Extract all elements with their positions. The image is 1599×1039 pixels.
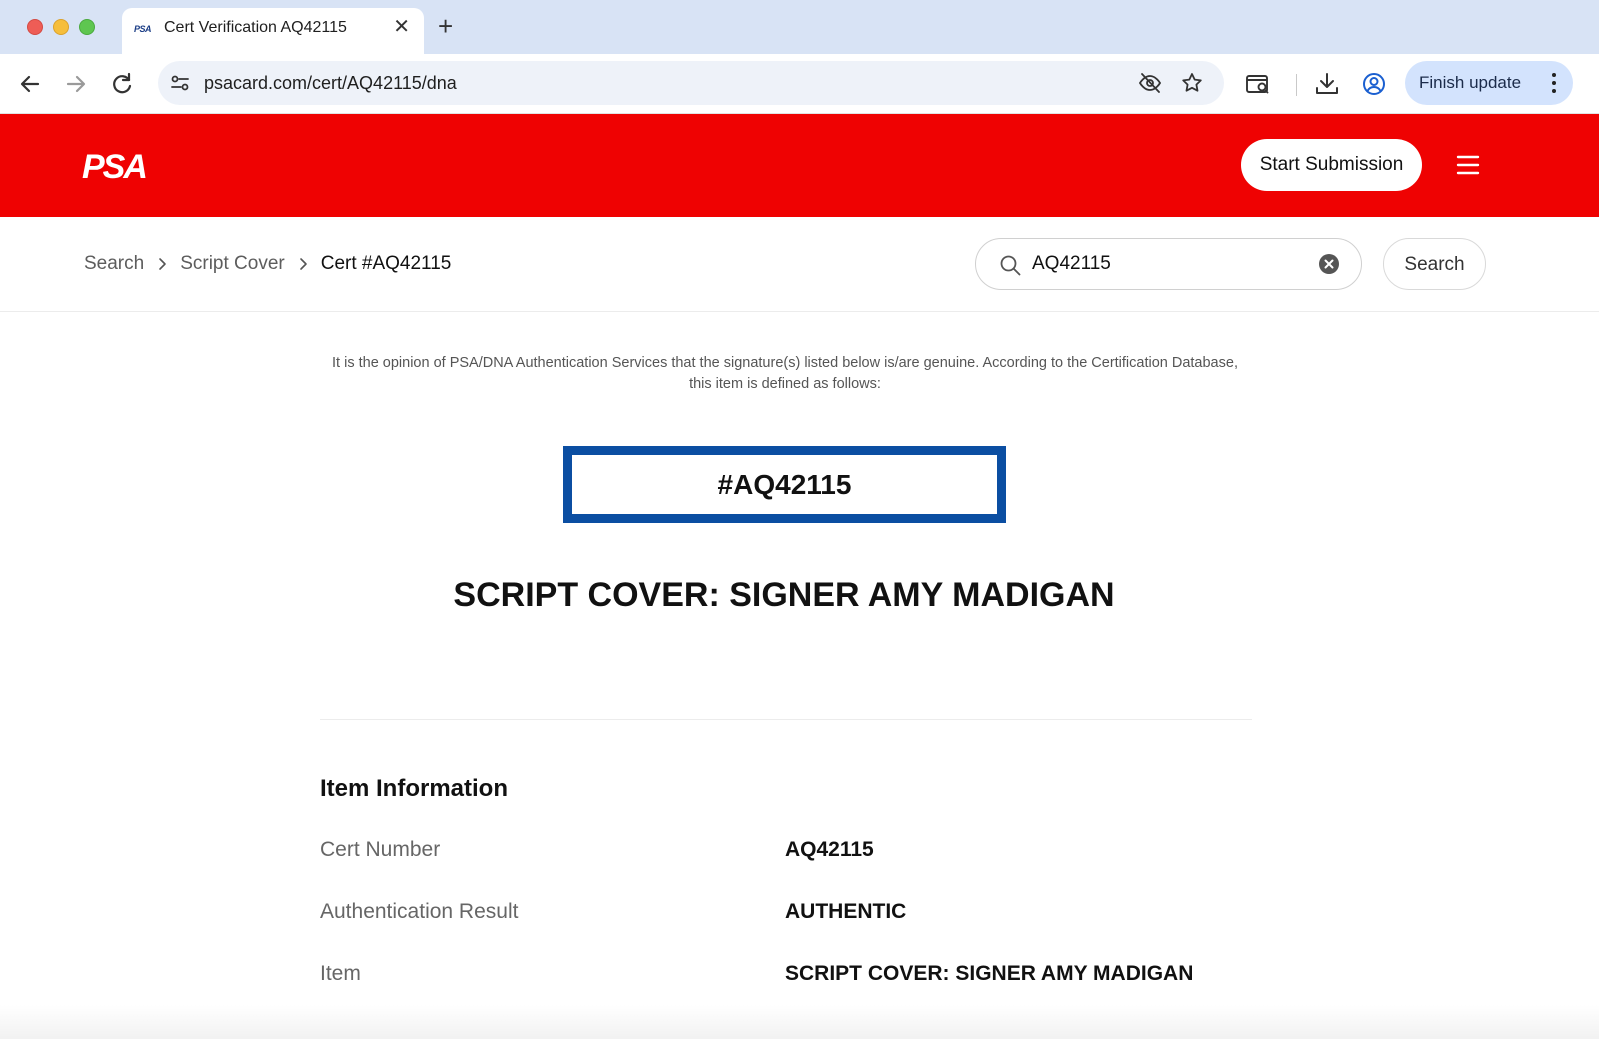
more-options-icon[interactable] (1551, 72, 1557, 94)
info-value: AQ42115 (785, 838, 874, 861)
breadcrumb-search[interactable]: Search (84, 252, 144, 276)
browser-tab-bar: PSA Cert Verification AQ42115 ✕ + (0, 0, 1599, 54)
info-row-cert-number: Cert Number AQ42115 (320, 835, 1250, 865)
bookmark-star-icon[interactable] (1180, 71, 1204, 95)
site-settings-icon[interactable] (168, 71, 192, 95)
minimize-window-button[interactable] (53, 19, 69, 35)
chevron-right-icon (285, 252, 321, 276)
cert-search-box (975, 238, 1362, 290)
chevron-right-icon (144, 252, 180, 276)
search-icon (1000, 255, 1021, 276)
start-submission-button[interactable]: Start Submission (1241, 139, 1422, 191)
info-label: Item (320, 962, 361, 985)
info-row-item: Item SCRIPT COVER: SIGNER AMY MADIGAN (320, 959, 1250, 989)
close-tab-icon[interactable]: ✕ (393, 17, 410, 37)
forward-arrow-icon[interactable] (60, 68, 92, 100)
back-arrow-icon[interactable] (14, 68, 46, 100)
browser-toolbar: psacard.com/cert/AQ42115/dna Finish upda… (0, 54, 1599, 114)
address-bar[interactable]: psacard.com/cert/AQ42115/dna (158, 61, 1224, 105)
finish-update-button[interactable]: Finish update (1405, 61, 1573, 105)
info-value: AUTHENTIC (785, 900, 907, 923)
item-title: SCRIPT COVER: SIGNER AMY MADIGAN (453, 576, 1115, 614)
item-information-heading: Item Information (320, 775, 509, 802)
info-label: Cert Number (320, 838, 441, 861)
clear-search-icon[interactable] (1318, 253, 1340, 275)
hamburger-menu-icon[interactable] (1456, 154, 1480, 176)
download-icon[interactable] (1313, 70, 1341, 98)
bottom-shadow (0, 1005, 1599, 1039)
browser-tab-active[interactable]: PSA Cert Verification AQ42115 ✕ (122, 8, 424, 54)
info-row-authentication-result: Authentication Result AUTHENTIC (320, 897, 1250, 927)
breadcrumb: Search Script Cover Cert #AQ42115 (84, 252, 451, 276)
breadcrumb-script-cover[interactable]: Script Cover (180, 252, 285, 276)
search-button[interactable]: Search (1383, 238, 1486, 290)
info-value: SCRIPT COVER: SIGNER AMY MADIGAN (785, 962, 1194, 985)
tab-search-icon[interactable] (1244, 70, 1272, 98)
info-label: Authentication Result (320, 900, 519, 923)
url-text[interactable]: psacard.com/cert/AQ42115/dna (204, 72, 457, 94)
psa-logo[interactable]: PSA (82, 148, 172, 186)
reload-icon[interactable] (106, 68, 138, 100)
psa-favicon-icon: PSA (134, 24, 152, 34)
breadcrumb-current-cert: Cert #AQ42115 (320, 253, 452, 274)
maximize-window-button[interactable] (79, 19, 95, 35)
toolbar-separator (1296, 74, 1297, 96)
divider (320, 719, 1252, 720)
site-header: PSA Start Submission (0, 114, 1599, 217)
authentication-opinion-text: It is the opinion of PSA/DNA Authenticat… (332, 355, 1238, 392)
finish-update-label: Finish update (1419, 73, 1522, 92)
cert-search-input[interactable] (1032, 251, 1302, 277)
cert-number-box: #AQ42115 (563, 446, 1006, 523)
new-tab-icon[interactable]: + (438, 13, 453, 39)
divider (0, 311, 1599, 312)
tab-title: Cert Verification AQ42115 (164, 19, 347, 36)
eye-slash-icon[interactable] (1138, 71, 1162, 95)
profile-avatar-icon[interactable] (1360, 70, 1388, 98)
psa-logo-text: PSA (82, 148, 146, 186)
close-window-button[interactable] (27, 19, 43, 35)
